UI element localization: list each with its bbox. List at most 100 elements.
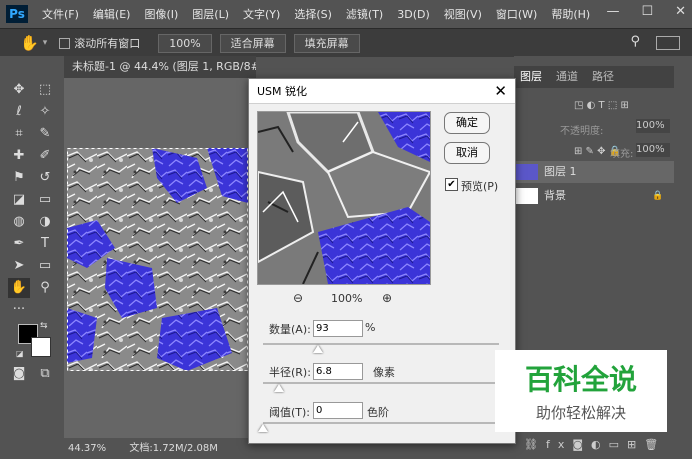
radius-slider[interactable] (263, 382, 499, 384)
threshold-label: 阈值(T): (269, 406, 311, 419)
layer-thumbnail (516, 188, 538, 204)
zoom-in-icon[interactable]: ⊕ (382, 291, 392, 305)
chevron-down-icon[interactable]: ▾ (43, 38, 48, 48)
history-brush-icon[interactable]: ↺ (34, 168, 56, 188)
canvas-area (64, 78, 248, 438)
preview-image[interactable] (257, 111, 431, 285)
scroll-all-checkbox[interactable] (59, 37, 71, 49)
menu-image[interactable]: 图像(I) (144, 6, 178, 22)
filter-icons[interactable]: ◳ ◐ T ⬚ ⊞ (574, 100, 629, 111)
rectangle-tool-icon[interactable]: ▭ (34, 256, 56, 276)
minimize-icon[interactable]: — (606, 4, 619, 19)
zoom-tool-icon[interactable]: ⚲ (34, 278, 56, 298)
threshold-slider-thumb[interactable] (258, 424, 268, 432)
close-icon[interactable]: ✕ (494, 82, 507, 100)
menu-file[interactable]: 文件(F) (42, 6, 79, 22)
threshold-field[interactable]: 0 (313, 402, 363, 419)
fill-label: 填充: (610, 149, 634, 160)
radius-label: 半径(R): (269, 366, 311, 379)
threshold-slider[interactable] (263, 422, 499, 424)
amount-slider[interactable] (263, 343, 499, 345)
ok-button[interactable]: 确定 (444, 112, 490, 134)
menu-type[interactable]: 文字(Y) (243, 6, 280, 22)
clone-stamp-icon[interactable]: ⚑ (8, 168, 30, 188)
close-window-icon[interactable]: ✕ (675, 4, 686, 19)
document-info: 文档:1.72M/2.08M (129, 443, 218, 454)
healing-brush-icon[interactable]: ✚ (8, 146, 30, 166)
scroll-all-label: 滚动所有窗口 (74, 37, 141, 50)
options-bar: ✋ ▾ 滚动所有窗口 100% 适合屏幕 填充屏幕 ⚲ (0, 28, 692, 57)
path-selection-icon[interactable]: ➤ (8, 256, 30, 276)
menu-3d[interactable]: 3D(D) (397, 8, 430, 21)
eraser-icon[interactable]: ◪ (8, 190, 30, 210)
zoom-readout[interactable]: 44.37% (68, 443, 106, 454)
radius-slider-thumb[interactable] (274, 384, 285, 392)
search-icon[interactable]: ⚲ (630, 34, 640, 49)
crop-tool-icon[interactable]: ⌗ (8, 124, 30, 144)
hand-tool-icon[interactable]: ✋ (20, 34, 39, 52)
gradient-icon[interactable]: ▭ (34, 190, 56, 210)
dodge-tool-icon[interactable]: ◑ (34, 212, 56, 232)
layer-row-1[interactable]: 图层 1 (514, 161, 674, 183)
menu-help[interactable]: 帮助(H) (551, 6, 590, 22)
zoom-100-button[interactable]: 100% (158, 33, 212, 53)
menu-select[interactable]: 选择(S) (294, 6, 332, 22)
watermark-subtitle: 助你轻松解决 (535, 404, 626, 422)
tab-paths[interactable]: 路径 (592, 66, 614, 88)
magic-wand-icon[interactable]: ✧ (34, 102, 56, 122)
opacity-label: 不透明度: (560, 126, 604, 137)
workspace-icon[interactable] (656, 36, 680, 50)
watermark-title: 百科全说 (524, 363, 637, 396)
quick-mask-icon[interactable]: ◙ (8, 364, 30, 384)
screen-mode-icon[interactable]: ⧉ (34, 364, 56, 384)
tab-layers[interactable]: 图层 (520, 66, 542, 88)
hand-tool-icon[interactable]: ✋ (8, 278, 30, 298)
document-canvas (67, 148, 248, 371)
eyedropper-icon[interactable]: ✎ (34, 124, 56, 144)
dialog-titlebar[interactable]: USM 锐化 ✕ (249, 79, 515, 104)
lasso-tool-icon[interactable]: ℓ (8, 102, 30, 122)
blur-tool-icon[interactable]: ◍ (8, 212, 30, 232)
layer-action-icons[interactable]: ⛓fx◙◐▭⊞🗑 (524, 438, 666, 451)
opacity-field[interactable]: 100% (636, 119, 670, 133)
amount-label: 数量(A): (269, 323, 311, 336)
more-tools-icon[interactable]: ··· (8, 300, 30, 320)
fill-screen-button[interactable]: 填充屏幕 (293, 33, 360, 53)
cancel-button[interactable]: 取消 (444, 142, 490, 164)
menu-layer[interactable]: 图层(L) (192, 6, 229, 22)
layer-name: 图层 1 (544, 165, 577, 178)
menu-edit[interactable]: 编辑(E) (93, 6, 131, 22)
radius-unit: 像素 (373, 366, 395, 379)
preview-label: 预览(P) (461, 180, 499, 193)
tab-channels[interactable]: 通道 (556, 66, 578, 88)
fill-field[interactable]: 100% (636, 143, 670, 157)
layer-row-background[interactable]: 背景 🔒 (514, 185, 674, 207)
amount-field[interactable]: 93 (313, 320, 363, 337)
layer-name: 背景 (544, 189, 566, 202)
maximize-icon[interactable]: ☐ (641, 4, 653, 19)
panel-tabs: 图层 通道 路径 (514, 66, 674, 88)
amount-slider-thumb[interactable] (313, 345, 324, 353)
tools-panel: ✥ ⬚ ℓ ✧ ⌗ ✎ ✚ ✐ ⚑ ↺ ◪ ▭ ◍ ◑ ✒ T ➤ ▭ ✋ ⚲ … (0, 56, 65, 459)
layer-thumbnail (516, 164, 538, 180)
status-bar: 44.37% 文档:1.72M/2.08M (64, 438, 248, 459)
menu-bar: Ps 文件(F) 编辑(E) 图像(I) 图层(L) 文字(Y) 选择(S) 滤… (0, 0, 692, 28)
marquee-tool-icon[interactable]: ⬚ (34, 80, 56, 100)
type-tool-icon[interactable]: T (34, 234, 56, 254)
document-tab[interactable]: 未标题-1 @ 44.4% (图层 1, RGB/8#) * (64, 56, 256, 78)
swap-colors-icon[interactable]: ⇆ (40, 321, 48, 331)
pen-tool-icon[interactable]: ✒ (8, 234, 30, 254)
move-tool-icon[interactable]: ✥ (8, 80, 30, 100)
zoom-out-icon[interactable]: ⊖ (293, 291, 303, 305)
menu-filter[interactable]: 滤镜(T) (346, 6, 383, 22)
menu-view[interactable]: 视图(V) (444, 6, 482, 22)
background-color-swatch[interactable] (31, 337, 51, 357)
threshold-unit: 色阶 (367, 406, 389, 419)
lock-icon: 🔒 (652, 191, 664, 201)
menu-window[interactable]: 窗口(W) (496, 6, 537, 22)
preview-checkbox[interactable]: ✔ (445, 178, 458, 191)
brush-tool-icon[interactable]: ✐ (34, 146, 56, 166)
radius-field[interactable]: 6.8 (313, 363, 363, 380)
default-colors-icon[interactable]: ◪ (16, 349, 24, 358)
fit-screen-button[interactable]: 适合屏幕 (219, 33, 286, 53)
